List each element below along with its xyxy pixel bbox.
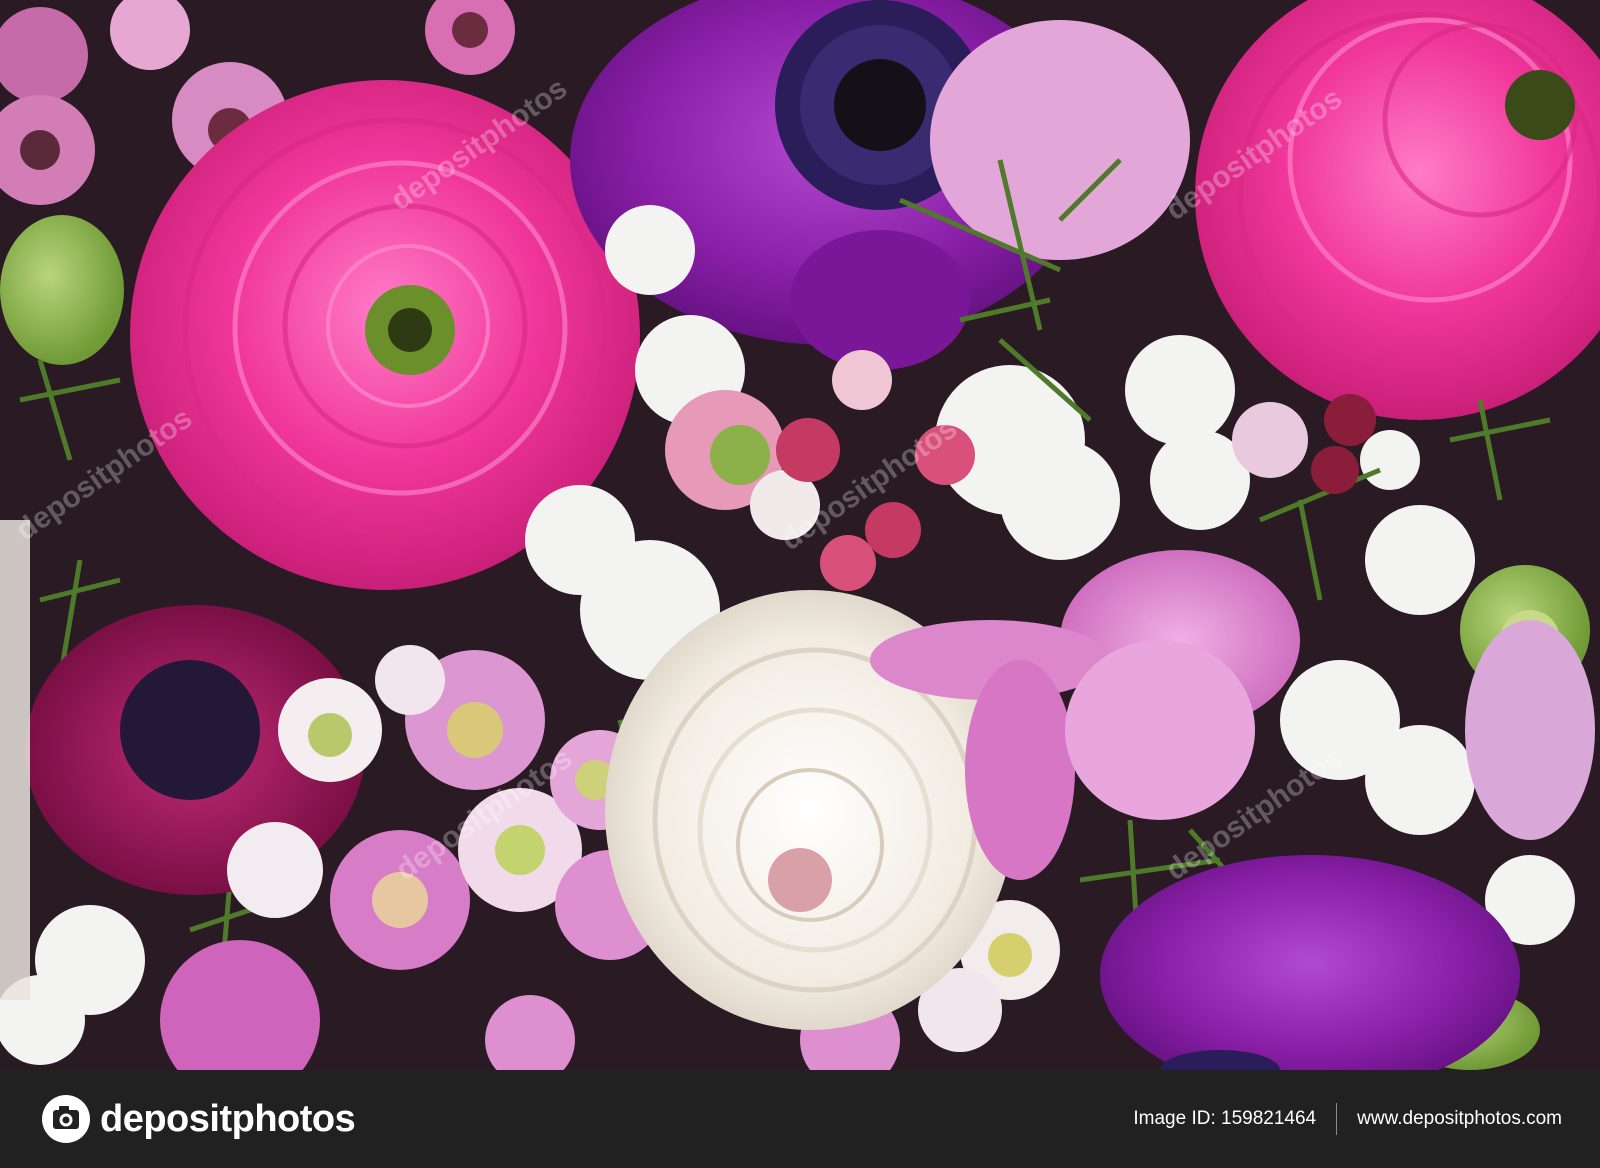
footer-divider <box>1336 1103 1338 1135</box>
logo-text: depositphotos <box>100 1097 356 1140</box>
stock-photo: depositphotos depositphotos depositphoto… <box>0 0 1600 1070</box>
image-id-label: Image ID: 159821464 <box>1133 1108 1317 1129</box>
site-url-link[interactable]: www.depositphotos.com <box>1357 1108 1562 1130</box>
box-edge <box>0 520 30 1000</box>
flower-bouquet-illustration <box>0 0 1600 1070</box>
camera-icon <box>42 1095 90 1143</box>
depositphotos-logo[interactable]: depositphotos <box>40 1093 356 1145</box>
watermark-footer: depositphotos Image ID: 159821464 www.de… <box>0 1070 1600 1168</box>
lilac-petals-top <box>930 20 1190 260</box>
green-bud-left <box>0 215 124 365</box>
